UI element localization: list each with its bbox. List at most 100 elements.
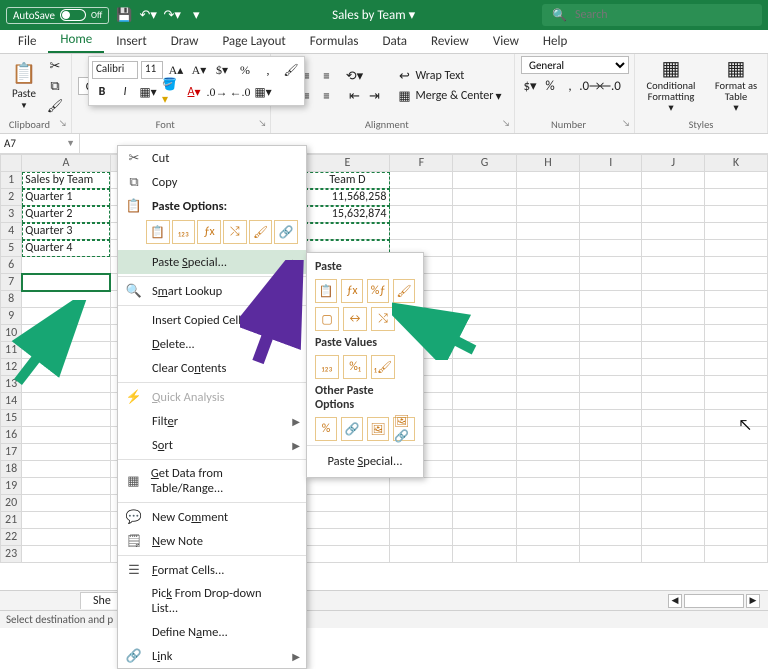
row-header[interactable]: 21 [1, 512, 22, 529]
toggle-off-icon[interactable] [60, 9, 86, 21]
menu-link[interactable]: 🔗Link▶ [118, 644, 306, 668]
orientation-icon[interactable]: ⟲▾ [345, 67, 363, 85]
align-bottom-icon[interactable]: ≡ [317, 67, 335, 85]
row-header[interactable]: 16 [1, 427, 22, 444]
row-header[interactable]: 6 [1, 257, 22, 274]
tab-view[interactable]: View [481, 30, 531, 53]
cell-A5[interactable]: Quarter 4 [22, 240, 110, 257]
cell-A4[interactable]: Quarter 3 [22, 223, 110, 240]
paste-values-icon[interactable]: ₁₂₃ [315, 355, 339, 379]
row-header[interactable]: 2 [1, 189, 22, 206]
tab-data[interactable]: Data [371, 30, 420, 53]
mini-merge-icon[interactable]: ▦▾ [253, 82, 273, 102]
mini-comma-icon[interactable]: , [258, 60, 278, 80]
row-header[interactable]: 3 [1, 206, 22, 223]
tab-review[interactable]: Review [419, 30, 481, 53]
paste-button[interactable]: 📋 Paste ▼ [6, 61, 42, 111]
col-header-E[interactable]: E [305, 155, 390, 172]
search-input[interactable] [573, 7, 752, 23]
menu-cut[interactable]: ✂Cut [118, 146, 306, 170]
paste-linked-picture-icon[interactable]: 🖼🔗 [393, 417, 415, 441]
mini-font-color-icon[interactable]: A▾ [184, 82, 204, 102]
row-header[interactable]: 22 [1, 529, 22, 546]
row-header[interactable]: 5 [1, 240, 22, 257]
select-all-corner[interactable] [1, 155, 22, 172]
col-header-J[interactable]: J [642, 155, 704, 172]
wrap-text-button[interactable]: ↩Wrap Text [395, 67, 501, 85]
menu-define-name[interactable]: Define Name... [118, 620, 306, 644]
decrease-decimal-icon[interactable]: ←.0 [601, 77, 619, 95]
mini-bold-icon[interactable]: B [92, 82, 112, 102]
increase-decimal-icon[interactable]: .0→ [581, 77, 599, 95]
menu-get-data-from-table[interactable]: ▦Get Data from Table/Range... [118, 462, 306, 500]
font-launcher-icon[interactable]: ↘ [259, 118, 267, 129]
cell-E3[interactable]: 15,632,874 [305, 206, 390, 223]
paste-formulas-numfmt-icon[interactable]: %ƒ [367, 279, 389, 303]
mini-borders-icon[interactable]: ▦▾ [138, 82, 158, 102]
paste-all-icon[interactable]: 📋 [315, 279, 337, 303]
paste-option-formulas-icon[interactable]: ƒx [197, 220, 221, 244]
cell-A3[interactable]: Quarter 2 [22, 206, 110, 223]
paste-formulas-icon[interactable]: ƒx [341, 279, 363, 303]
mini-format-painter-icon[interactable]: 🖌 [281, 60, 301, 80]
mini-accounting-icon[interactable]: $▾ [212, 60, 232, 80]
menu-filter[interactable]: Filter▶ [118, 409, 306, 433]
row-header[interactable]: 4 [1, 223, 22, 240]
menu-new-note[interactable]: 🗒New Note [118, 529, 306, 553]
name-box[interactable]: A7 ▼ [0, 134, 80, 153]
mini-increase-decimal-icon[interactable]: .0→ [207, 82, 227, 102]
col-header-K[interactable]: K [704, 155, 767, 172]
menu-new-comment[interactable]: 💬New Comment [118, 505, 306, 529]
format-as-table-button[interactable]: ▦ Format as Table▾ [711, 59, 761, 113]
search-box[interactable]: 🔍 [542, 4, 762, 26]
merge-center-button[interactable]: ▦Merge & Center ▾ [395, 87, 501, 105]
cell-A2[interactable]: Quarter 1 [22, 189, 110, 206]
tab-file[interactable]: File [6, 30, 48, 53]
cell-E1[interactable]: Team D [305, 172, 390, 189]
paste-option-transpose-icon[interactable]: ⤭ [223, 220, 247, 244]
qat-customize-icon[interactable]: ▾ [187, 6, 205, 24]
row-header[interactable]: 20 [1, 495, 22, 512]
increase-indent-icon[interactable]: ⇥ [365, 87, 383, 105]
decrease-indent-icon[interactable]: ⇤ [345, 87, 363, 105]
tab-draw[interactable]: Draw [159, 30, 211, 53]
number-format-select[interactable]: General [521, 56, 629, 74]
paste-option-link-icon[interactable]: 🔗 [274, 220, 298, 244]
paste-values-numfmt-icon[interactable]: %₁ [343, 355, 367, 379]
cut-icon[interactable]: ✂ [46, 57, 64, 75]
paste-option-values-icon[interactable]: ₁₂₃ [172, 220, 196, 244]
redo-icon[interactable]: ↷▾ [163, 6, 181, 24]
conditional-formatting-button[interactable]: ▦ Conditional Formatting▾ [641, 59, 701, 113]
mini-percent-icon[interactable]: % [235, 60, 255, 80]
col-header-I[interactable]: I [580, 155, 642, 172]
row-header[interactable]: 17 [1, 444, 22, 461]
paste-option-formatting-icon[interactable]: 🖌 [249, 220, 273, 244]
row-header[interactable]: 1 [1, 172, 22, 189]
number-launcher-icon[interactable]: ↘ [622, 118, 630, 129]
comma-format-icon[interactable]: , [561, 77, 579, 95]
tab-help[interactable]: Help [531, 30, 579, 53]
tab-home[interactable]: Home [48, 28, 104, 53]
mini-font-name[interactable]: Calibri [92, 61, 138, 79]
percent-format-icon[interactable]: % [541, 77, 559, 95]
row-header[interactable]: 19 [1, 478, 22, 495]
row-header[interactable]: 23 [1, 546, 22, 563]
mini-fill-color-icon[interactable]: 🪣▾ [161, 82, 181, 102]
col-header-F[interactable]: F [390, 155, 453, 172]
align-right-icon[interactable]: ≡ [317, 87, 335, 105]
paste-picture-icon[interactable]: 🖼 [367, 417, 389, 441]
tab-page-layout[interactable]: Page Layout [210, 30, 297, 53]
row-header[interactable]: 14 [1, 393, 22, 410]
scroll-right-icon[interactable]: ▶ [746, 594, 760, 608]
tab-formulas[interactable]: Formulas [298, 30, 371, 53]
tab-insert[interactable]: Insert [104, 30, 159, 53]
mini-font-size[interactable]: 11 [141, 61, 163, 79]
copy-icon[interactable]: ⧉ [46, 77, 64, 95]
cell-A1[interactable]: Sales by Team [22, 172, 110, 189]
submenu-paste-special-dialog[interactable]: Paste Special... [307, 448, 423, 471]
cell-A7-selected[interactable] [22, 274, 110, 291]
paste-formatting-only-icon[interactable]: % [315, 417, 337, 441]
undo-icon[interactable]: ↶▾ [139, 6, 157, 24]
mini-decrease-decimal-icon[interactable]: ←.0 [230, 82, 250, 102]
col-header-A[interactable]: A [22, 155, 110, 172]
